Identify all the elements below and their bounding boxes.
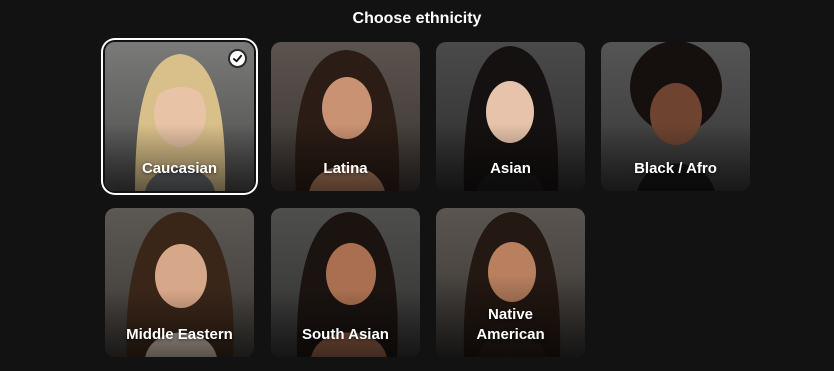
option-asian[interactable]: Asian (436, 42, 585, 191)
option-caucasian[interactable]: Caucasian (105, 42, 254, 191)
option-latina[interactable]: Latina (271, 42, 420, 191)
option-label: Native American (476, 306, 545, 343)
option-label: Caucasian (141, 160, 218, 177)
option-label: Latina (323, 160, 368, 177)
ethnicity-picker: Choose ethnicity Caucasian Latina Asian … (0, 0, 834, 371)
option-native-american[interactable]: Native American (436, 208, 585, 357)
option-label: Black / Afro (634, 160, 717, 177)
check-circle-icon (228, 49, 247, 68)
option-label: Asian (490, 160, 531, 177)
page-title: Choose ethnicity (352, 10, 482, 27)
option-black-afro[interactable]: Black / Afro (601, 42, 750, 191)
option-middle-eastern[interactable]: Middle Eastern (105, 208, 254, 357)
option-label: South Asian (302, 326, 389, 343)
option-south-asian[interactable]: South Asian (271, 208, 420, 357)
option-label: Middle Eastern (126, 326, 233, 343)
